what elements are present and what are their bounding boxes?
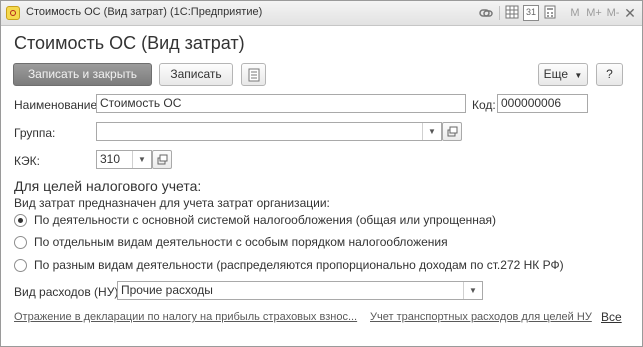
radio-main-taxation[interactable] (14, 214, 27, 227)
radio-main-taxation-label: По деятельности с основной системой нало… (34, 213, 497, 227)
window-title: Стоимость ОС (Вид затрат) (1С:Предприяти… (26, 6, 263, 18)
chevron-down-icon[interactable]: ▼ (132, 151, 151, 168)
radio-special-taxation-label: По отдельным видам деятельности с особым… (34, 235, 448, 249)
group-label: Группа: (14, 126, 56, 140)
kek-input[interactable]: 310 ▼ (96, 150, 152, 169)
all-link[interactable]: Все (601, 310, 622, 324)
form-content: Стоимость ОС (Вид затрат) Записать и зак… (1, 26, 642, 346)
memory-button[interactable]: M (569, 5, 581, 21)
name-label: Наименование: (14, 98, 101, 112)
open-icon (157, 154, 168, 165)
expense-type-label: Вид расходов (НУ): (14, 285, 122, 299)
tax-section-title: Для целей налогового учета: (14, 178, 202, 194)
save-and-close-button[interactable]: Записать и закрыть (13, 63, 152, 86)
close-icon[interactable]: ✕ (623, 5, 637, 21)
kek-value: 310 (100, 152, 121, 166)
declaration-link[interactable]: Отражение в декларации по налогу на приб… (14, 311, 357, 323)
radio-distributed[interactable] (14, 259, 27, 272)
more-button[interactable]: Еще ▼ (538, 63, 588, 86)
1c-app-icon (6, 6, 20, 20)
open-kek-button[interactable] (152, 150, 172, 169)
link-icon[interactable] (477, 5, 495, 21)
memory-minus-button[interactable]: M- (605, 5, 621, 21)
name-input[interactable]: Стоимость ОС (96, 94, 466, 113)
code-input[interactable]: 000000006 (497, 94, 588, 113)
more-button-label: Еще (543, 67, 569, 81)
calculator-icon[interactable] (542, 5, 558, 21)
calendar-icon[interactable]: 31 (523, 5, 539, 21)
chevron-down-icon[interactable]: ▼ (463, 282, 482, 299)
expense-type-select[interactable]: Прочие расходы ▼ (117, 281, 483, 300)
open-icon (447, 126, 458, 137)
memory-plus-button[interactable]: M+ (585, 5, 603, 21)
radio-special-taxation[interactable] (14, 236, 27, 249)
radio-distributed-label: По разным видам деятельности (распределя… (34, 258, 564, 272)
title-bar: Стоимость ОС (Вид затрат) (1С:Предприяти… (1, 1, 642, 26)
list-icon (248, 68, 259, 82)
group-input[interactable]: ▼ (96, 122, 442, 141)
spreadsheet-icon[interactable] (504, 5, 520, 21)
kek-label: КЭК: (14, 154, 40, 168)
expense-type-value: Прочие расходы (121, 283, 213, 297)
open-group-button[interactable] (442, 122, 462, 141)
report-button[interactable] (241, 63, 266, 86)
tax-subtitle: Вид затрат предназначен для учета затрат… (14, 196, 330, 210)
chevron-down-icon: ▼ (574, 71, 583, 80)
help-button[interactable]: ? (596, 63, 623, 86)
chevron-down-icon[interactable]: ▼ (422, 123, 441, 140)
transport-link[interactable]: Учет транспортных расходов для целей НУ (370, 311, 592, 323)
app-window: Стоимость ОС (Вид затрат) (1С:Предприяти… (0, 0, 643, 347)
save-button[interactable]: Записать (159, 63, 233, 86)
page-title: Стоимость ОС (Вид затрат) (14, 33, 245, 53)
code-label: Код: (472, 98, 496, 112)
